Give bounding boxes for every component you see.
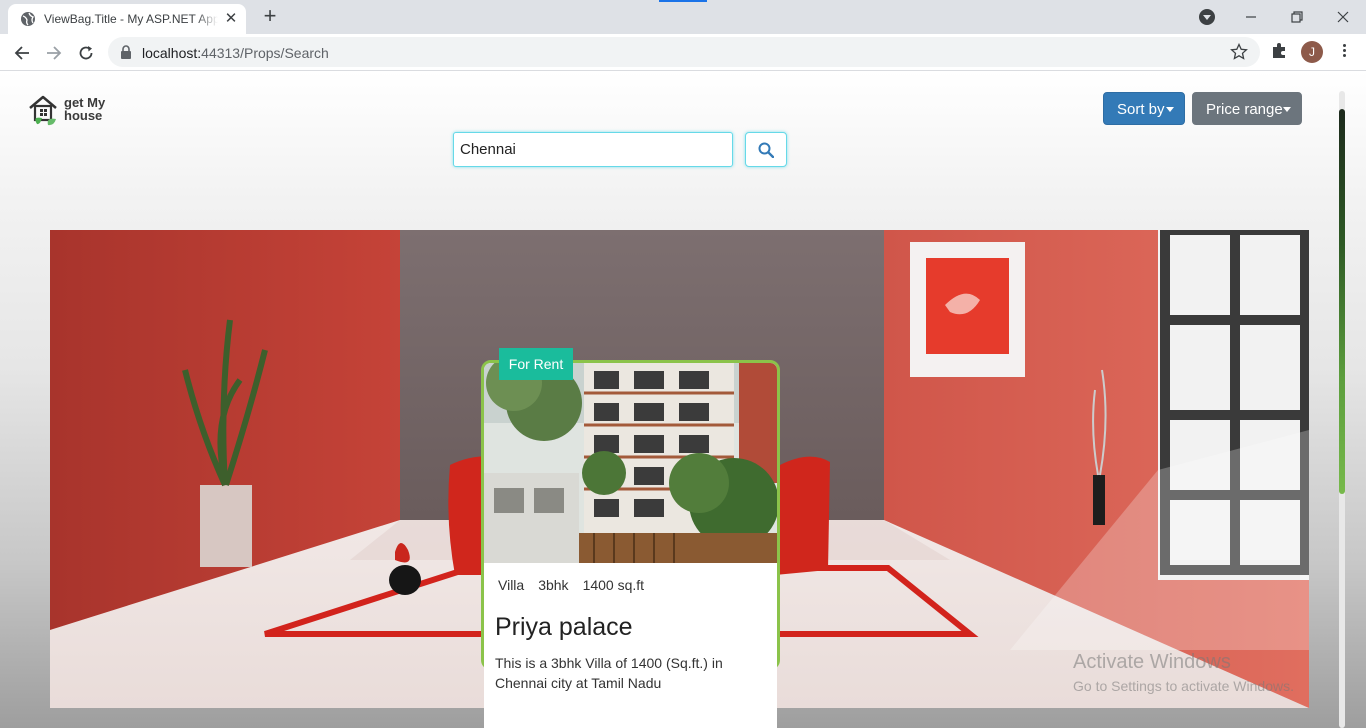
tab-strip: ViewBag.Title - My ASP.NET Application ✕… <box>0 0 1366 34</box>
forward-arrow-icon[interactable] <box>41 40 67 66</box>
sort-by-dropdown[interactable]: Sort by <box>1103 92 1185 125</box>
chevron-down-icon <box>1166 107 1174 112</box>
property-type: Villa <box>498 577 525 593</box>
price-range-label: Price range <box>1206 101 1283 118</box>
search-button[interactable] <box>745 132 787 167</box>
windows-activation-watermark: Activate Windows Go to Settings to activ… <box>1073 651 1294 694</box>
globe-icon <box>21 12 35 26</box>
tab-title: ViewBag.Title - My ASP.NET Application <box>44 12 218 26</box>
page-scrollbar[interactable] <box>1336 89 1348 728</box>
browser-toolbar: localhost:44313/Props/Search J <box>0 34 1366 71</box>
extensions-puzzle-icon[interactable] <box>1270 42 1288 60</box>
restore-icon[interactable] <box>1274 0 1320 34</box>
property-description: This is a 3bhk Villa of 1400 (Sq.ft.) in… <box>495 655 723 691</box>
sort-by-label: Sort by <box>1117 101 1165 118</box>
site-logo[interactable]: get My house <box>28 94 118 128</box>
tab-strip-accent <box>659 0 707 2</box>
for-rent-badge: For Rent <box>499 348 573 380</box>
property-meta: Villa 3bhk 1400 sq.ft <box>498 577 658 593</box>
property-title[interactable]: Priya palace <box>495 613 633 642</box>
search-icon <box>758 142 774 158</box>
property-card-body[interactable]: Priya palace This is a 3bhk Villa of 140… <box>484 603 777 728</box>
house-logo-icon <box>29 95 57 126</box>
tab-close-icon[interactable]: ✕ <box>222 10 240 28</box>
browser-tab[interactable]: ViewBag.Title - My ASP.NET Application ✕ <box>8 4 246 34</box>
scrollbar-thumb[interactable] <box>1339 109 1345 494</box>
url-text: localhost:44313/Props/Search <box>142 45 329 61</box>
window-close-icon[interactable] <box>1320 0 1366 34</box>
watermark-title: Activate Windows <box>1073 651 1231 673</box>
watermark-subtitle: Go to Settings to activate Windows. <box>1073 678 1294 694</box>
property-photo[interactable] <box>484 363 777 563</box>
profile-avatar[interactable]: J <box>1301 41 1323 63</box>
search-input[interactable] <box>453 132 733 167</box>
address-bar[interactable]: localhost:44313/Props/Search <box>108 37 1260 67</box>
minimize-icon[interactable] <box>1228 0 1274 34</box>
price-range-dropdown[interactable]: Price range <box>1192 92 1302 125</box>
bookmark-star-icon[interactable] <box>1230 43 1248 61</box>
browser-menu-icon[interactable] <box>1336 42 1352 62</box>
page-viewport: get My house Sort by Price range Chennai… <box>0 71 1366 728</box>
tab-search-icon[interactable] <box>1199 9 1215 25</box>
reload-icon[interactable] <box>73 40 99 66</box>
chevron-down-icon <box>1283 107 1291 112</box>
lock-icon <box>121 45 131 59</box>
logo-text: get My house <box>64 95 106 123</box>
property-bhk: 3bhk <box>538 577 569 593</box>
property-area: 1400 sq.ft <box>582 577 645 593</box>
new-tab-icon[interactable]: + <box>258 5 282 29</box>
back-arrow-icon[interactable] <box>9 40 35 66</box>
apartment-building-image <box>484 363 777 563</box>
